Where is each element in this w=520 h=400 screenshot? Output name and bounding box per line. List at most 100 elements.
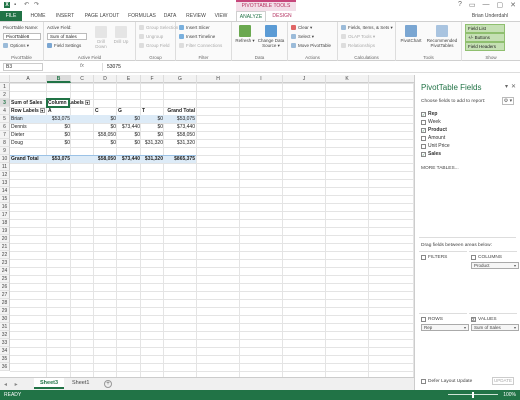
olap-tools-button[interactable]: OLAP Tools ▾ (341, 34, 375, 40)
help-icon[interactable]: ? (458, 1, 462, 9)
field-item-amount[interactable]: Amount (421, 135, 445, 141)
insert-function-icon[interactable]: fx (80, 63, 84, 69)
column-header-h[interactable]: H (197, 75, 240, 83)
maximize-icon[interactable]: ▢ (497, 1, 504, 9)
row-header-28[interactable]: 28 (0, 299, 10, 307)
row-header-23[interactable]: 23 (0, 259, 10, 267)
change-data-source-button[interactable]: Change Data Source ▾ (256, 25, 286, 49)
field-checkbox[interactable] (421, 135, 426, 141)
pivot-value-cell[interactable]: $0 (94, 115, 117, 123)
worksheet-grid[interactable]: ABCDEFGHIJK 1 2 3 4 5 6 7 8 9 10 11 12 13 14 15 16 17 18 1… (0, 75, 414, 377)
column-header-j[interactable]: J (283, 75, 326, 83)
drill-down-button[interactable]: Drill Down (92, 26, 110, 49)
fields-items-sets-button[interactable]: Fields, Items, & Sets ▾ (341, 25, 393, 31)
row-header-21[interactable]: 21 (0, 243, 10, 251)
row-header-10[interactable]: 10 (0, 155, 10, 163)
row-header-35[interactable]: 35 (0, 355, 10, 363)
rows-field-rep[interactable]: Rep ▾ (421, 324, 469, 331)
refresh-button[interactable]: Refresh ▾ (234, 25, 256, 44)
values-field-dropdown-icon[interactable]: ▾ (514, 325, 516, 330)
select-button[interactable]: Select ▾ (291, 34, 314, 40)
pivot-row-label[interactable]: Dieter (10, 131, 46, 139)
recommended-pivottables-button[interactable]: Recommended PivotTables (424, 25, 460, 48)
field-item-sales[interactable]: ✓ Sales (421, 151, 441, 157)
row-header-33[interactable]: 33 (0, 339, 10, 347)
pane-gear-icon[interactable]: ⚙ ▾ (502, 97, 514, 105)
row-total-cell[interactable]: $53,075 (164, 115, 196, 123)
row-header-17[interactable]: 17 (0, 211, 10, 219)
clear-button[interactable]: Clear ▾ (291, 25, 312, 31)
pivot-row-label[interactable]: Dennis (10, 123, 46, 131)
row-header-4[interactable]: 4 (0, 107, 10, 115)
sheet-nav-arrows-icon[interactable]: ◂ ▸ (4, 381, 21, 388)
pane-close-icon[interactable]: ✕ (511, 83, 516, 90)
pivot-value-cell[interactable]: $0 (141, 123, 164, 131)
tab-review[interactable]: REVIEW (183, 11, 209, 21)
field-headers-toggle[interactable]: Field Headers (465, 42, 505, 51)
row-header-20[interactable]: 20 (0, 235, 10, 243)
pivot-value-cell[interactable]: $0 (117, 115, 141, 123)
zoom-level[interactable]: 100% (503, 390, 516, 400)
rows-field-dropdown-icon[interactable]: ▾ (464, 325, 466, 330)
row-total-cell[interactable]: $31,320 (164, 139, 196, 147)
row-header-32[interactable]: 32 (0, 331, 10, 339)
pivot-value-cell[interactable]: $73,440 (117, 123, 141, 131)
field-checkbox[interactable] (421, 119, 426, 125)
drill-up-button[interactable]: Drill Up (112, 26, 130, 44)
row-header-36[interactable]: 36 (0, 363, 10, 371)
user-name[interactable]: Brian Underdahl (472, 11, 508, 21)
row-header-18[interactable]: 18 (0, 219, 10, 227)
tab-view[interactable]: VIEW (211, 11, 231, 21)
row-header-5[interactable]: 5 (0, 115, 10, 123)
row-labels-header[interactable]: Row Labels ▾ (10, 107, 46, 115)
row-header-9[interactable]: 9 (0, 147, 10, 155)
field-item-product[interactable]: ✓ Product (421, 127, 447, 133)
column-header-k[interactable]: K (326, 75, 369, 83)
pivot-value-cell[interactable]: $0 (47, 131, 71, 139)
select-all-corner[interactable] (0, 75, 10, 83)
field-checkbox[interactable]: ✓ (421, 151, 426, 157)
row-header-11[interactable]: 11 (0, 163, 10, 171)
row-header-1[interactable]: 1 (0, 83, 10, 91)
tab-page-layout[interactable]: PAGE LAYOUT (80, 11, 124, 21)
tab-file[interactable]: FILE (0, 11, 22, 21)
row-header-8[interactable]: 8 (0, 139, 10, 147)
pivot-value-cell[interactable]: $0 (141, 131, 164, 139)
formula-input[interactable]: 53075 (102, 63, 512, 71)
field-item-week[interactable]: Week (421, 119, 441, 125)
pivot-value-cell[interactable]: $0 (117, 139, 141, 147)
pivot-value-cell[interactable]: $0 (117, 131, 141, 139)
row-header-16[interactable]: 16 (0, 203, 10, 211)
row-header-6[interactable]: 6 (0, 123, 10, 131)
pivotchart-button[interactable]: PivotChart (398, 25, 424, 43)
insert-timeline-button[interactable]: Insert Timeline (179, 34, 215, 40)
column-key-c[interactable]: C (94, 107, 114, 115)
values-field-sum-of-sales[interactable]: Sum of Sales ▾ (471, 324, 519, 331)
column-header-c[interactable]: C (71, 75, 94, 83)
row-header-12[interactable]: 12 (0, 171, 10, 179)
options-button[interactable]: Options ▾ (3, 43, 29, 49)
pivot-value-cell[interactable]: $58,050 (94, 131, 117, 139)
field-checkbox[interactable]: ✓ (421, 111, 426, 117)
field-settings-button[interactable]: Field Settings (47, 43, 81, 49)
row-header-14[interactable]: 14 (0, 187, 10, 195)
pivot-value-cell[interactable]: $31,320 (141, 139, 164, 147)
pivot-value-cell[interactable]: $0 (141, 115, 164, 123)
name-box[interactable]: B3 (3, 63, 43, 71)
field-item-rep[interactable]: ✓ Rep (421, 111, 437, 117)
grand-total-cell[interactable]: $31,320 (141, 155, 164, 163)
ribbon-display-icon[interactable]: ▭ (469, 1, 476, 9)
row-header-13[interactable]: 13 (0, 179, 10, 187)
column-key-g[interactable]: G (117, 107, 137, 115)
group-field-button[interactable]: Group Field (139, 43, 170, 49)
column-header-e[interactable]: E (117, 75, 141, 83)
column-header-f[interactable]: F (141, 75, 164, 83)
row-header-30[interactable]: 30 (0, 315, 10, 323)
sheet-tab-sheet1[interactable]: Sheet1 (66, 378, 95, 389)
grand-total-label[interactable]: Grand Total (10, 155, 46, 163)
pivot-row-label[interactable]: Doug (10, 139, 46, 147)
pivot-value-cell[interactable]: $53,075 (47, 115, 71, 123)
pane-options-icon[interactable]: ▾ (505, 83, 508, 90)
row-header-27[interactable]: 27 (0, 291, 10, 299)
row-header-25[interactable]: 25 (0, 275, 10, 283)
